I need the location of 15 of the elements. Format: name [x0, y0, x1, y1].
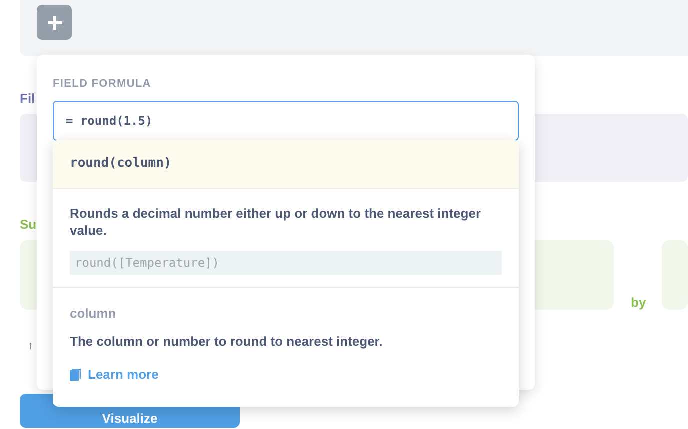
argument-description: The column or number to round to nearest integer.	[70, 332, 384, 351]
book-icon	[70, 369, 81, 381]
by-label: by	[631, 294, 646, 312]
example-code: round([Temperature])	[70, 251, 502, 275]
function-description: Rounds a decimal number either up or down to the nearest integer value.	[70, 205, 482, 239]
section-label: Su	[20, 216, 37, 234]
add-button[interactable]	[37, 5, 72, 40]
argument-name: column	[70, 305, 118, 323]
function-signature: round(column)	[53, 140, 519, 189]
popover-title: FIELD FORMULA	[53, 77, 152, 92]
learn-more-link[interactable]: Learn more	[70, 365, 159, 385]
plus-icon	[46, 14, 62, 30]
sort-icon[interactable]: ↑	[28, 338, 34, 354]
section-label: Fil	[20, 90, 36, 108]
formula-input[interactable]: = round(1.5)	[53, 100, 519, 140]
